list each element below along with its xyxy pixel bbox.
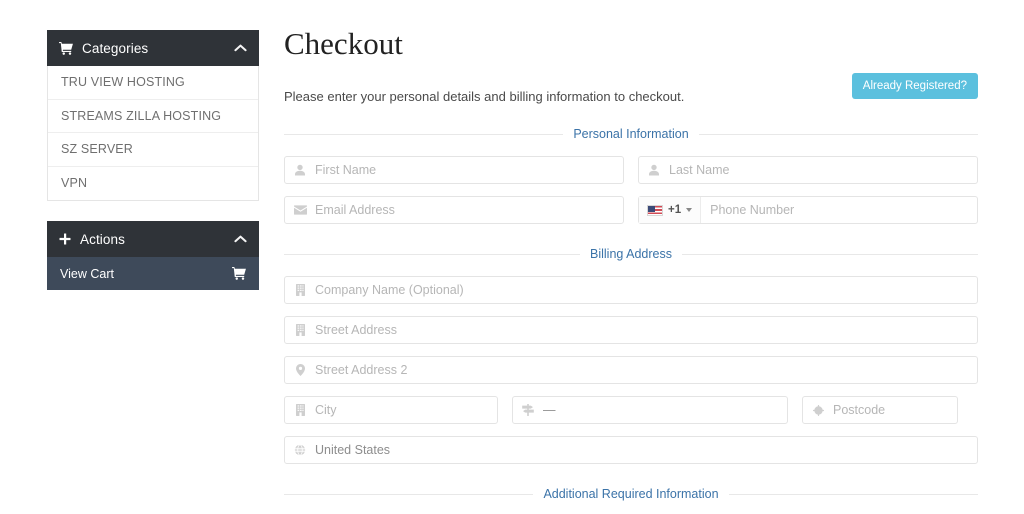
building-icon xyxy=(285,284,315,296)
contact-row: Email Address +1 Phone Number xyxy=(284,196,978,224)
envelope-icon xyxy=(285,205,315,215)
chevron-down-icon xyxy=(686,208,693,212)
last-name-placeholder: Last Name xyxy=(669,163,730,177)
sidebar-item-tru-view-hosting[interactable]: TRU VIEW HOSTING xyxy=(48,66,258,100)
country-select[interactable]: United States xyxy=(284,436,978,464)
intro-text: Please enter your personal details and b… xyxy=(284,89,685,104)
user-icon xyxy=(285,164,315,176)
sidebar-item-view-cart[interactable]: View Cart xyxy=(47,257,259,290)
email-field[interactable]: Email Address xyxy=(284,196,624,224)
flag-icon xyxy=(647,204,663,216)
sidebar-item-label: VPN xyxy=(61,176,88,191)
categories-panel-header[interactable]: Categories xyxy=(47,30,259,66)
country-value: United States xyxy=(315,443,391,457)
already-registered-button[interactable]: Already Registered? xyxy=(851,73,978,99)
shopping-cart-icon xyxy=(232,267,246,280)
street-address-2-placeholder: Street Address 2 xyxy=(315,363,408,377)
sidebar-item-label: SZ SERVER xyxy=(61,142,133,157)
first-name-placeholder: First Name xyxy=(315,163,377,177)
intro-row: Please enter your personal details and b… xyxy=(284,73,978,104)
phone-country-selector[interactable]: +1 xyxy=(639,197,702,223)
actions-panel: Actions View Cart xyxy=(47,221,259,290)
company-name-placeholder: Company Name (Optional) xyxy=(315,283,464,297)
sidebar-item-streams-zilla-hosting[interactable]: STREAMS ZILLA HOSTING xyxy=(48,100,258,133)
city-state-postcode-row: City — Postcode xyxy=(284,396,978,424)
section-heading-personal-information: Personal Information xyxy=(284,125,978,143)
actions-panel-title: Actions xyxy=(80,231,125,247)
user-icon xyxy=(639,164,669,176)
street-address-field[interactable]: Street Address xyxy=(284,316,978,344)
categories-panel-title: Categories xyxy=(82,40,149,56)
street-address-placeholder: Street Address xyxy=(315,323,397,337)
sidebar-item-sz-server[interactable]: SZ SERVER xyxy=(48,133,258,167)
circle-icon xyxy=(803,404,833,416)
view-cart-label: View Cart xyxy=(60,266,114,281)
sidebar: Categories TRU VIEW HOSTING STREAMS ZILL… xyxy=(47,30,259,310)
state-value: — xyxy=(543,403,556,417)
company-row: Company Name (Optional) xyxy=(284,276,978,304)
first-name-field[interactable]: First Name xyxy=(284,156,624,184)
sidebar-item-label: TRU VIEW HOSTING xyxy=(61,75,185,90)
map-signs-icon xyxy=(513,404,543,416)
categories-list: TRU VIEW HOSTING STREAMS ZILLA HOSTING S… xyxy=(47,66,259,201)
phone-field[interactable]: +1 Phone Number xyxy=(638,196,978,224)
city-field[interactable]: City xyxy=(284,396,498,424)
section-heading-label: Additional Required Information xyxy=(533,487,729,501)
shopping-cart-icon xyxy=(59,41,73,55)
globe-icon xyxy=(285,444,315,456)
section-heading-additional-required-information: Additional Required Information xyxy=(284,485,978,503)
postcode-field[interactable]: Postcode xyxy=(802,396,958,424)
phone-dial-code: +1 xyxy=(668,204,682,216)
categories-panel: Categories TRU VIEW HOSTING STREAMS ZILL… xyxy=(47,30,259,201)
last-name-field[interactable]: Last Name xyxy=(638,156,978,184)
street2-row: Street Address 2 xyxy=(284,356,978,384)
street-address-2-field[interactable]: Street Address 2 xyxy=(284,356,978,384)
chevron-up-icon[interactable] xyxy=(234,235,247,243)
sidebar-item-label: STREAMS ZILLA HOSTING xyxy=(61,108,222,123)
street1-row: Street Address xyxy=(284,316,978,344)
section-heading-label: Personal Information xyxy=(563,127,699,141)
company-name-field[interactable]: Company Name (Optional) xyxy=(284,276,978,304)
checkout-page: Categories TRU VIEW HOSTING STREAMS ZILL… xyxy=(0,0,1024,514)
section-heading-billing-address: Billing Address xyxy=(284,245,978,263)
actions-panel-header[interactable]: Actions xyxy=(47,221,259,257)
section-heading-label: Billing Address xyxy=(580,247,682,261)
plus-icon xyxy=(59,233,71,245)
building-icon xyxy=(285,404,315,416)
name-row: First Name Last Name xyxy=(284,156,978,184)
checkout-main: Checkout Please enter your personal deta… xyxy=(284,28,978,514)
postcode-placeholder: Postcode xyxy=(833,403,886,417)
country-row: United States xyxy=(284,436,978,464)
building-icon xyxy=(285,324,315,336)
state-select[interactable]: — xyxy=(512,396,788,424)
phone-number-placeholder: Phone Number xyxy=(710,203,795,217)
email-placeholder: Email Address xyxy=(315,203,395,217)
sidebar-item-vpn[interactable]: VPN xyxy=(48,167,258,201)
city-placeholder: City xyxy=(315,403,337,417)
actions-list: View Cart xyxy=(47,257,259,290)
chevron-up-icon[interactable] xyxy=(234,44,247,52)
map-marker-icon xyxy=(285,364,315,376)
page-title: Checkout xyxy=(284,26,403,61)
